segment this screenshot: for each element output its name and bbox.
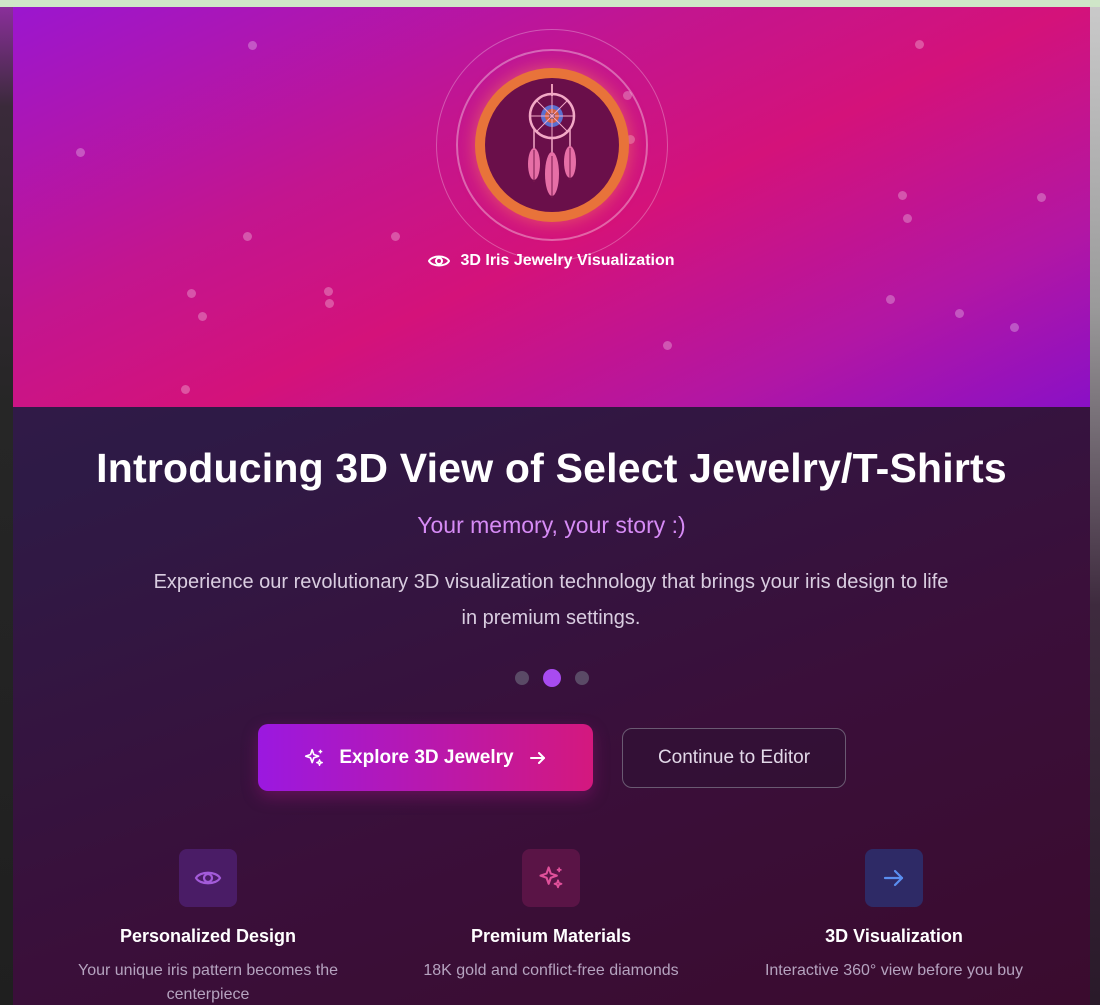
decor-dot bbox=[903, 214, 912, 223]
pager-dot-1[interactable] bbox=[514, 671, 529, 685]
decor-dot bbox=[181, 385, 190, 394]
continue-button-label: Continue to Editor bbox=[657, 747, 811, 768]
arrow-right-icon bbox=[883, 869, 904, 887]
feature-title: Personalized Design bbox=[119, 926, 297, 946]
hero-caption: 3D Iris Jewelry Visualization bbox=[13, 252, 1090, 270]
eye-icon bbox=[428, 255, 451, 267]
decor-dot bbox=[898, 191, 907, 200]
feature-icon-box bbox=[522, 849, 580, 907]
brand-logo bbox=[475, 68, 629, 222]
sparkles-icon bbox=[539, 866, 563, 889]
feature-icon-box bbox=[865, 849, 923, 907]
background-left-edge bbox=[0, 7, 13, 1005]
feature-description: 18K gold and conflict-free diamonds bbox=[423, 962, 679, 979]
feature-description: Your unique iris pattern becomes the cen… bbox=[78, 962, 339, 1003]
feature-card-personalized: Personalized Design Your unique iris pat… bbox=[38, 849, 378, 1005]
window-top-strip bbox=[0, 0, 1100, 7]
decor-dot bbox=[198, 312, 207, 321]
decor-dot bbox=[1010, 323, 1019, 332]
feature-title: Premium Materials bbox=[470, 926, 632, 946]
eye-icon bbox=[194, 871, 222, 885]
feature-announcement-modal: 3D Iris Jewelry Visualization Introducin… bbox=[13, 7, 1090, 1005]
decor-dot bbox=[663, 341, 672, 350]
arrow-right-icon bbox=[529, 751, 545, 764]
carousel-pager bbox=[13, 669, 1090, 687]
decor-dot bbox=[248, 41, 257, 50]
decor-dot bbox=[76, 148, 85, 157]
page-title: Introducing 3D View of Select Jewelry/T-… bbox=[96, 445, 1007, 491]
explore-3d-jewelry-button[interactable]: Explore 3D Jewelry bbox=[258, 724, 593, 791]
pager-dot-3[interactable] bbox=[574, 671, 589, 685]
feature-description: Interactive 360° view before you buy bbox=[764, 962, 1024, 979]
sparkles-icon bbox=[305, 748, 324, 766]
feature-title: 3D Visualization bbox=[825, 926, 963, 946]
feature-card-3d-visualization: 3D Visualization Interactive 360° view b… bbox=[724, 849, 1064, 983]
decor-dot bbox=[886, 295, 895, 304]
dreamcatcher-icon bbox=[528, 84, 576, 198]
feature-icon-box bbox=[179, 849, 237, 907]
explore-button-label: Explore 3D Jewelry bbox=[339, 746, 514, 768]
decor-dot bbox=[391, 232, 400, 241]
hero-caption-text: 3D Iris Jewelry Visualization bbox=[460, 252, 675, 269]
feature-card-materials: Premium Materials 18K gold and conflict-… bbox=[381, 849, 721, 983]
continue-to-editor-button[interactable]: Continue to Editor bbox=[622, 728, 846, 788]
decor-dot bbox=[955, 309, 964, 318]
hero-banner: 3D Iris Jewelry Visualization bbox=[13, 7, 1090, 407]
decor-dot bbox=[243, 232, 252, 241]
background-right-edge bbox=[1090, 7, 1100, 1005]
decor-dot bbox=[1037, 193, 1046, 202]
pager-dot-2-active[interactable] bbox=[542, 669, 561, 687]
description: Experience our revolutionary 3D visualiz… bbox=[153, 571, 949, 629]
decor-dot bbox=[915, 40, 924, 49]
decor-dot bbox=[325, 299, 334, 308]
decor-dot bbox=[187, 289, 196, 298]
subtitle: Your memory, your story :) bbox=[417, 512, 686, 538]
decor-dot bbox=[324, 287, 333, 296]
